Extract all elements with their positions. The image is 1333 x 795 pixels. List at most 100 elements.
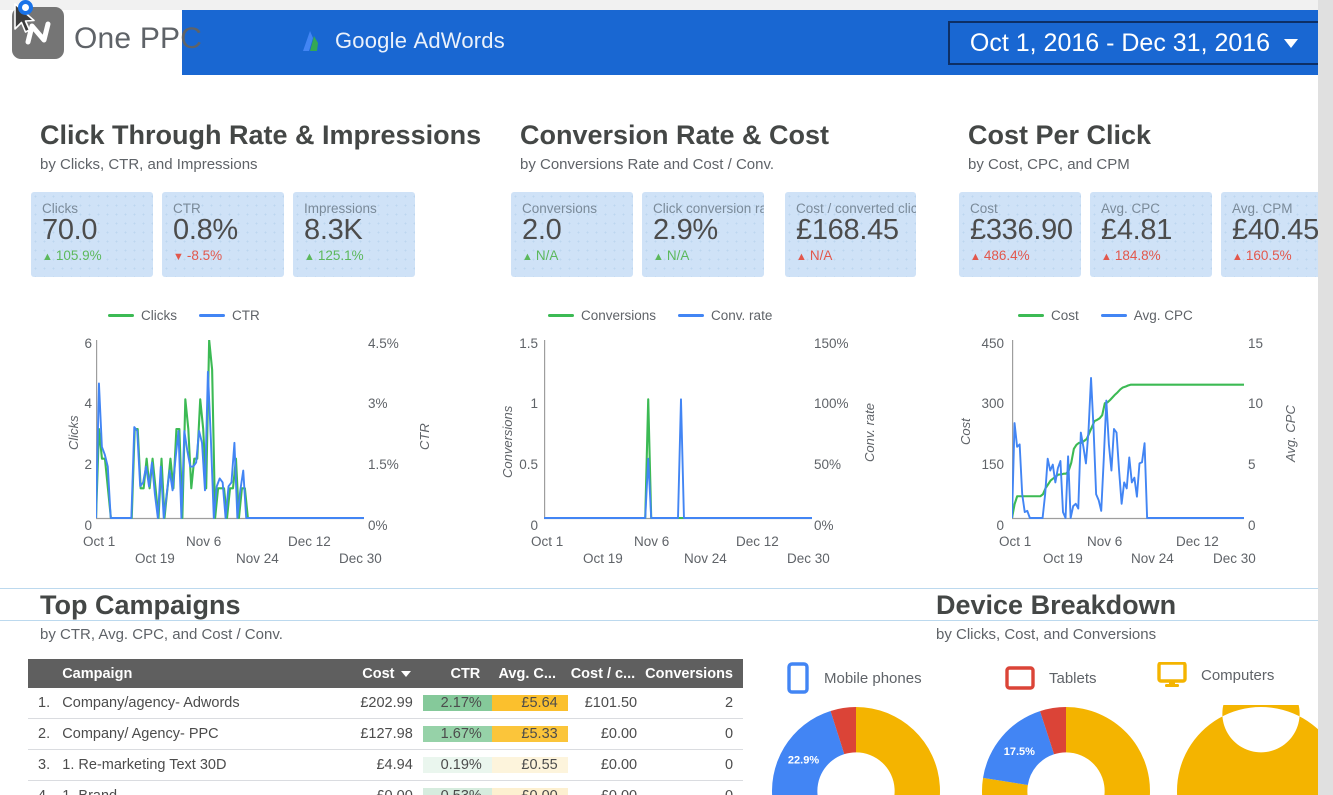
chart1-xtick: Oct 19 — [135, 551, 175, 566]
trend-up-icon: ▲ — [42, 251, 53, 263]
table-row[interactable]: 1. Company/agency- Adwords £202.99 2.17%… — [28, 688, 743, 719]
device-legend-label: Mobile phones — [824, 670, 922, 687]
legend-item[interactable]: Conversions — [548, 308, 656, 323]
scorecard-cost-per-converted-click[interactable]: Cost / converted click £168.45 ▲N/A — [785, 192, 916, 277]
device-legend-tablet[interactable]: Tablets — [1005, 666, 1097, 690]
scorecard-avg-cpc[interactable]: Avg. CPC £4.81 ▲184.8% — [1090, 192, 1212, 277]
section-subtitle-ctr: by Clicks, CTR, and Impressions — [40, 156, 258, 173]
top-campaigns-table[interactable]: Campaign Cost CTR Avg. C... Cost / c... … — [28, 659, 743, 795]
row-campaign: 1. Brand — [62, 788, 331, 795]
legend-item[interactable]: Clicks — [108, 308, 177, 323]
row-conversions: 0 — [647, 726, 743, 742]
scorecard-avg-cpm[interactable]: Avg. CPM £40.45 ▲160.5% — [1221, 192, 1318, 277]
chart2-y2tick: 0% — [814, 518, 834, 533]
scorecard-cost[interactable]: Cost £336.90 ▲486.4% — [959, 192, 1081, 277]
device-donut-clicks[interactable]: 22.9% — [770, 705, 942, 795]
scorecard-conversions[interactable]: Conversions 2.0 ▲N/A — [511, 192, 633, 277]
table-row[interactable]: 2. Company/ Agency- PPC £127.98 1.67% £5… — [28, 719, 743, 750]
scorecard-ctr[interactable]: CTR 0.8% ▼-8.5% — [162, 192, 284, 277]
screenshot-viewport: One PPC Google AdWords Oct 1, 2016 - Dec… — [0, 0, 1333, 795]
legend-item[interactable]: Conv. rate — [678, 308, 772, 323]
device-legend-label: Computers — [1201, 667, 1274, 684]
scorecard-value: 70.0 — [42, 214, 153, 247]
scorecard-value: £40.45 — [1232, 214, 1318, 247]
dashboard-page: One PPC Google AdWords Oct 1, 2016 - Dec… — [0, 0, 1318, 795]
chart1-xtick: Dec 30 — [339, 551, 382, 566]
trend-up-icon: ▲ — [796, 251, 807, 263]
chart3-ytick: 150 — [968, 457, 1004, 472]
scorecard-value: 8.3K — [304, 214, 415, 247]
legend-swatch-cost — [1018, 314, 1044, 317]
legend-label: CTR — [232, 308, 260, 323]
chart1-y-axis-label: Clicks — [66, 415, 81, 450]
row-avg-cpc: £5.64 — [492, 695, 568, 711]
legend-item[interactable]: Avg. CPC — [1101, 308, 1193, 323]
legend-item[interactable]: CTR — [199, 308, 260, 323]
date-range-selector[interactable]: Oct 1, 2016 - Dec 31, 2016 — [948, 21, 1318, 65]
chart-cost-per-click[interactable] — [1012, 340, 1244, 530]
chart3-xtick: Dec 30 — [1213, 551, 1256, 566]
legend-swatch-clicks — [108, 314, 134, 317]
chart2-ytick: 1.5 — [512, 336, 538, 351]
scorecard-delta: ▼-8.5% — [173, 248, 284, 263]
chart2-xtick: Nov 24 — [684, 551, 727, 566]
trend-up-icon: ▲ — [304, 251, 315, 263]
section-divider-mid — [0, 620, 1318, 621]
chart-ctr-impressions[interactable] — [96, 340, 364, 530]
trend-up-icon: ▲ — [522, 251, 533, 263]
table-header-avg-cpc[interactable]: Avg. C... — [490, 666, 566, 682]
chart1-ytick: 2 — [74, 457, 92, 472]
table-header-cost[interactable]: Cost — [330, 666, 421, 682]
chart1-xtick: Dec 12 — [288, 534, 331, 549]
chart2-ytick: 0 — [512, 518, 538, 533]
section-divider-top — [0, 588, 1318, 589]
table-row[interactable]: 4. 1. Brand £0.00 0.53% £0.00 £0.00 0 — [28, 781, 743, 795]
chart2-y2tick: 50% — [814, 457, 841, 472]
table-header-cost-per-conv[interactable]: Cost / c... — [566, 666, 645, 682]
chart3-ytick: 300 — [968, 396, 1004, 411]
scorecard-delta: ▲N/A — [796, 248, 916, 263]
device-donut-cost[interactable]: 17.5% — [980, 705, 1152, 795]
chart1-ytick: 0 — [74, 518, 92, 533]
chart1-xtick: Nov 6 — [186, 534, 221, 549]
chart-conversion-rate-cost[interactable] — [544, 340, 812, 530]
scorecard-impressions[interactable]: Impressions 8.3K ▲125.1% — [293, 192, 415, 277]
chart2-xtick: Oct 19 — [583, 551, 623, 566]
chart1-y2tick: 3% — [368, 396, 388, 411]
device-legend-mobile[interactable]: Mobile phones — [786, 662, 922, 694]
mobile-phone-icon — [786, 662, 810, 694]
table-header-ctr[interactable]: CTR — [421, 666, 490, 682]
page-scrollbar-gutter[interactable] — [1318, 0, 1333, 795]
row-cost: £202.99 — [331, 695, 423, 711]
row-cost-per-conv: £0.00 — [568, 788, 647, 795]
row-index: 2. — [28, 726, 62, 742]
device-donut-conversions[interactable] — [1175, 705, 1318, 795]
legend-label: Clicks — [141, 308, 177, 323]
trend-up-icon: ▲ — [1232, 251, 1243, 263]
section-subtitle-cpc: by Cost, CPC, and CPM — [968, 156, 1130, 173]
chart3-xtick: Nov 6 — [1087, 534, 1122, 549]
row-conversions: 2 — [647, 695, 743, 711]
section-subtitle-campaigns: by CTR, Avg. CPC, and Cost / Conv. — [40, 626, 283, 643]
chart2-y2tick: 100% — [814, 396, 849, 411]
chart2-xtick: Nov 6 — [634, 534, 669, 549]
section-subtitle-conv: by Conversions Rate and Cost / Conv. — [520, 156, 774, 173]
table-header-conversions[interactable]: Conversions — [645, 666, 743, 682]
device-legend-computer[interactable]: Computers — [1157, 662, 1274, 688]
section-title-devices: Device Breakdown — [936, 590, 1176, 621]
device-legend-label: Tablets — [1049, 670, 1097, 687]
chart2-xtick: Dec 30 — [787, 551, 830, 566]
data-source-label: Google AdWords — [300, 28, 505, 54]
legend-item[interactable]: Cost — [1018, 308, 1079, 323]
scorecard-value: £336.90 — [970, 214, 1081, 247]
scorecard-click-conversion-rate[interactable]: Click conversion rate 2.9% ▲N/A — [642, 192, 764, 277]
one-ppc-logo — [12, 7, 64, 59]
scorecard-clicks[interactable]: Clicks 70.0 ▲105.9% — [31, 192, 153, 277]
chart1-xtick: Nov 24 — [236, 551, 279, 566]
table-header-campaign[interactable]: Campaign — [62, 666, 330, 682]
chart3-y2-axis-label: Avg. CPC — [1283, 405, 1298, 462]
legend-label: Conversions — [581, 308, 656, 323]
chart1-ytick: 6 — [74, 336, 92, 351]
section-subtitle-devices: by Clicks, Cost, and Conversions — [936, 626, 1156, 643]
table-row[interactable]: 3. 1. Re-marketing Text 30D £4.94 0.19% … — [28, 750, 743, 781]
